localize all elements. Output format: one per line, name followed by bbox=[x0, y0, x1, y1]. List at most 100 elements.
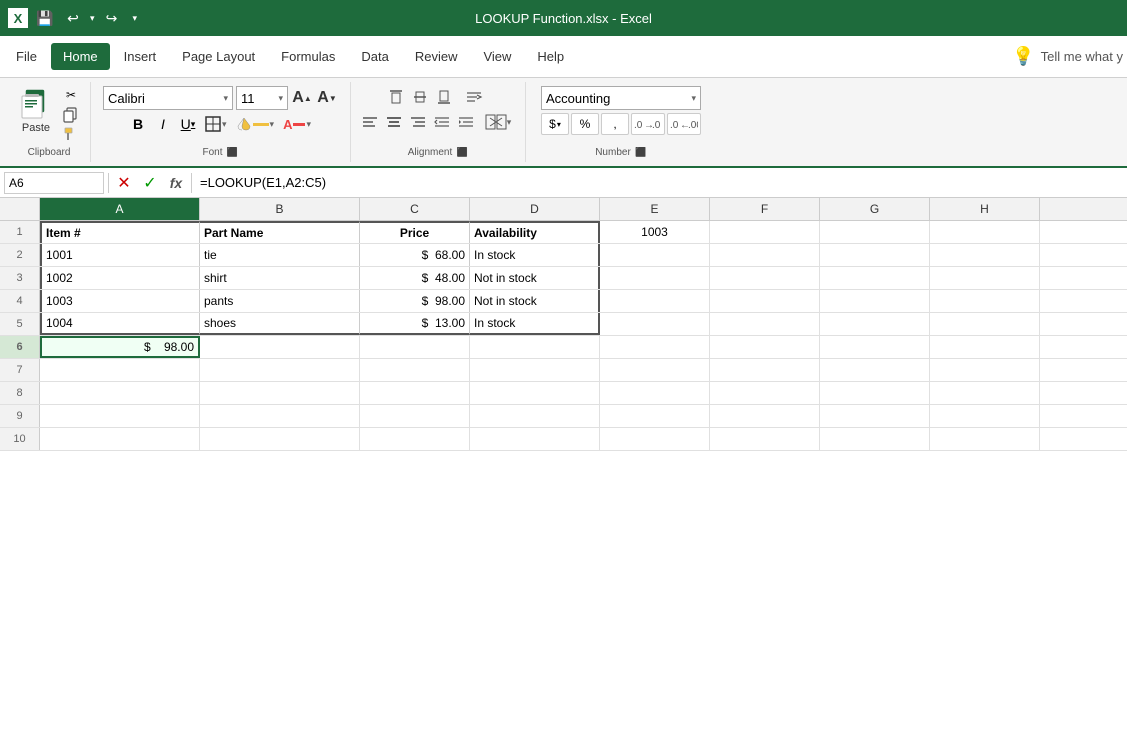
cell-a5[interactable]: 1004 bbox=[40, 313, 200, 335]
italic-button[interactable]: I bbox=[152, 113, 174, 135]
indent-increase-button[interactable] bbox=[455, 111, 477, 133]
cell-d6[interactable] bbox=[470, 336, 600, 358]
comma-format-button[interactable]: , bbox=[601, 113, 629, 135]
cell-d1[interactable]: Availability bbox=[470, 221, 600, 243]
cell-h4[interactable] bbox=[930, 290, 1040, 312]
cell-a9[interactable] bbox=[40, 405, 200, 427]
cell-d7[interactable] bbox=[470, 359, 600, 381]
cell-f9[interactable] bbox=[710, 405, 820, 427]
cell-b7[interactable] bbox=[200, 359, 360, 381]
cell-h2[interactable] bbox=[930, 244, 1040, 266]
cell-a3[interactable]: 1002 bbox=[40, 267, 200, 289]
cell-c4[interactable]: $ 98.00 bbox=[360, 290, 470, 312]
format-painter-button[interactable] bbox=[60, 126, 82, 144]
cell-c5[interactable]: $ 13.00 bbox=[360, 313, 470, 335]
cell-reference-box[interactable]: A6 bbox=[4, 172, 104, 194]
cell-b2[interactable]: tie bbox=[200, 244, 360, 266]
font-expand[interactable]: ⬛ bbox=[227, 146, 239, 158]
cell-b9[interactable] bbox=[200, 405, 360, 427]
cell-f4[interactable] bbox=[710, 290, 820, 312]
cell-g4[interactable] bbox=[820, 290, 930, 312]
cell-c8[interactable] bbox=[360, 382, 470, 404]
col-header-h[interactable]: H bbox=[930, 198, 1040, 220]
cell-a4[interactable]: 1003 bbox=[40, 290, 200, 312]
cell-a8[interactable] bbox=[40, 382, 200, 404]
formula-cancel-button[interactable]: ✕ bbox=[113, 172, 135, 194]
cell-c1[interactable]: Price bbox=[360, 221, 470, 243]
menu-home[interactable]: Home bbox=[51, 43, 110, 70]
menu-file[interactable]: File bbox=[4, 43, 49, 70]
number-expand[interactable]: ⬛ bbox=[635, 146, 647, 158]
dollar-format-button[interactable]: $ ▾ bbox=[541, 113, 569, 135]
cell-b5[interactable]: shoes bbox=[200, 313, 360, 335]
col-header-b[interactable]: B bbox=[200, 198, 360, 220]
tell-me-label[interactable]: Tell me what y bbox=[1041, 49, 1123, 64]
cell-e8[interactable] bbox=[600, 382, 710, 404]
cell-f6[interactable] bbox=[710, 336, 820, 358]
align-center-button[interactable] bbox=[383, 111, 405, 133]
menu-help[interactable]: Help bbox=[525, 43, 576, 70]
cell-d5[interactable]: In stock bbox=[470, 313, 600, 335]
cell-e4[interactable] bbox=[600, 290, 710, 312]
align-middle-button[interactable] bbox=[409, 86, 431, 108]
copy-button[interactable] bbox=[60, 106, 82, 124]
col-header-a[interactable]: A bbox=[40, 198, 200, 220]
formula-confirm-button[interactable]: ✓ bbox=[139, 172, 161, 194]
cell-d10[interactable] bbox=[470, 428, 600, 450]
cell-a10[interactable] bbox=[40, 428, 200, 450]
cell-c9[interactable] bbox=[360, 405, 470, 427]
decrease-decimal-button[interactable]: .0→.0 bbox=[631, 113, 665, 135]
cell-d8[interactable] bbox=[470, 382, 600, 404]
menu-page-layout[interactable]: Page Layout bbox=[170, 43, 267, 70]
cell-f8[interactable] bbox=[710, 382, 820, 404]
redo-button[interactable]: ↪ bbox=[101, 7, 123, 29]
cell-c2[interactable]: $ 68.00 bbox=[360, 244, 470, 266]
number-format-dropdown[interactable]: Accounting ▾ bbox=[541, 86, 701, 110]
font-color-button[interactable]: A ▾ bbox=[280, 115, 314, 134]
cell-d2[interactable]: In stock bbox=[470, 244, 600, 266]
cut-button[interactable]: ✂ bbox=[60, 86, 82, 104]
underline-button[interactable]: U ▾ bbox=[177, 113, 199, 135]
wrap-text-button[interactable] bbox=[457, 86, 491, 108]
col-header-d[interactable]: D bbox=[470, 198, 600, 220]
align-left-button[interactable] bbox=[359, 111, 381, 133]
cell-e10[interactable] bbox=[600, 428, 710, 450]
percent-format-button[interactable]: % bbox=[571, 113, 599, 135]
cell-f10[interactable] bbox=[710, 428, 820, 450]
cell-h3[interactable] bbox=[930, 267, 1040, 289]
font-family-dropdown[interactable]: Calibri ▾ bbox=[103, 86, 233, 110]
align-bottom-button[interactable] bbox=[433, 86, 455, 108]
customize-qat[interactable]: ▾ bbox=[133, 13, 138, 24]
cell-h8[interactable] bbox=[930, 382, 1040, 404]
col-header-g[interactable]: G bbox=[820, 198, 930, 220]
cell-h7[interactable] bbox=[930, 359, 1040, 381]
menu-insert[interactable]: Insert bbox=[112, 43, 169, 70]
cell-e5[interactable] bbox=[600, 313, 710, 335]
cell-e7[interactable] bbox=[600, 359, 710, 381]
cell-g3[interactable] bbox=[820, 267, 930, 289]
cell-c6[interactable] bbox=[360, 336, 470, 358]
cell-a7[interactable] bbox=[40, 359, 200, 381]
cell-b3[interactable]: shirt bbox=[200, 267, 360, 289]
fill-color-button[interactable]: ▾ bbox=[233, 114, 278, 134]
indent-decrease-button[interactable] bbox=[431, 111, 453, 133]
cell-b1[interactable]: Part Name bbox=[200, 221, 360, 243]
formula-input[interactable] bbox=[196, 175, 1123, 190]
menu-data[interactable]: Data bbox=[349, 43, 400, 70]
cell-f7[interactable] bbox=[710, 359, 820, 381]
bold-button[interactable]: B bbox=[127, 113, 149, 135]
cell-d4[interactable]: Not in stock bbox=[470, 290, 600, 312]
cell-f1[interactable] bbox=[710, 221, 820, 243]
cell-c10[interactable] bbox=[360, 428, 470, 450]
cell-b10[interactable] bbox=[200, 428, 360, 450]
formula-fx-button[interactable]: fx bbox=[165, 172, 187, 194]
font-size-increase[interactable]: A▲ bbox=[291, 87, 313, 109]
cell-a6[interactable]: $ 98.00 bbox=[40, 336, 200, 358]
cell-h5[interactable] bbox=[930, 313, 1040, 335]
cell-g5[interactable] bbox=[820, 313, 930, 335]
align-right-button[interactable] bbox=[407, 111, 429, 133]
fill-color-arrow[interactable]: ▾ bbox=[270, 119, 275, 130]
cell-b6[interactable] bbox=[200, 336, 360, 358]
cell-e3[interactable] bbox=[600, 267, 710, 289]
cell-g8[interactable] bbox=[820, 382, 930, 404]
